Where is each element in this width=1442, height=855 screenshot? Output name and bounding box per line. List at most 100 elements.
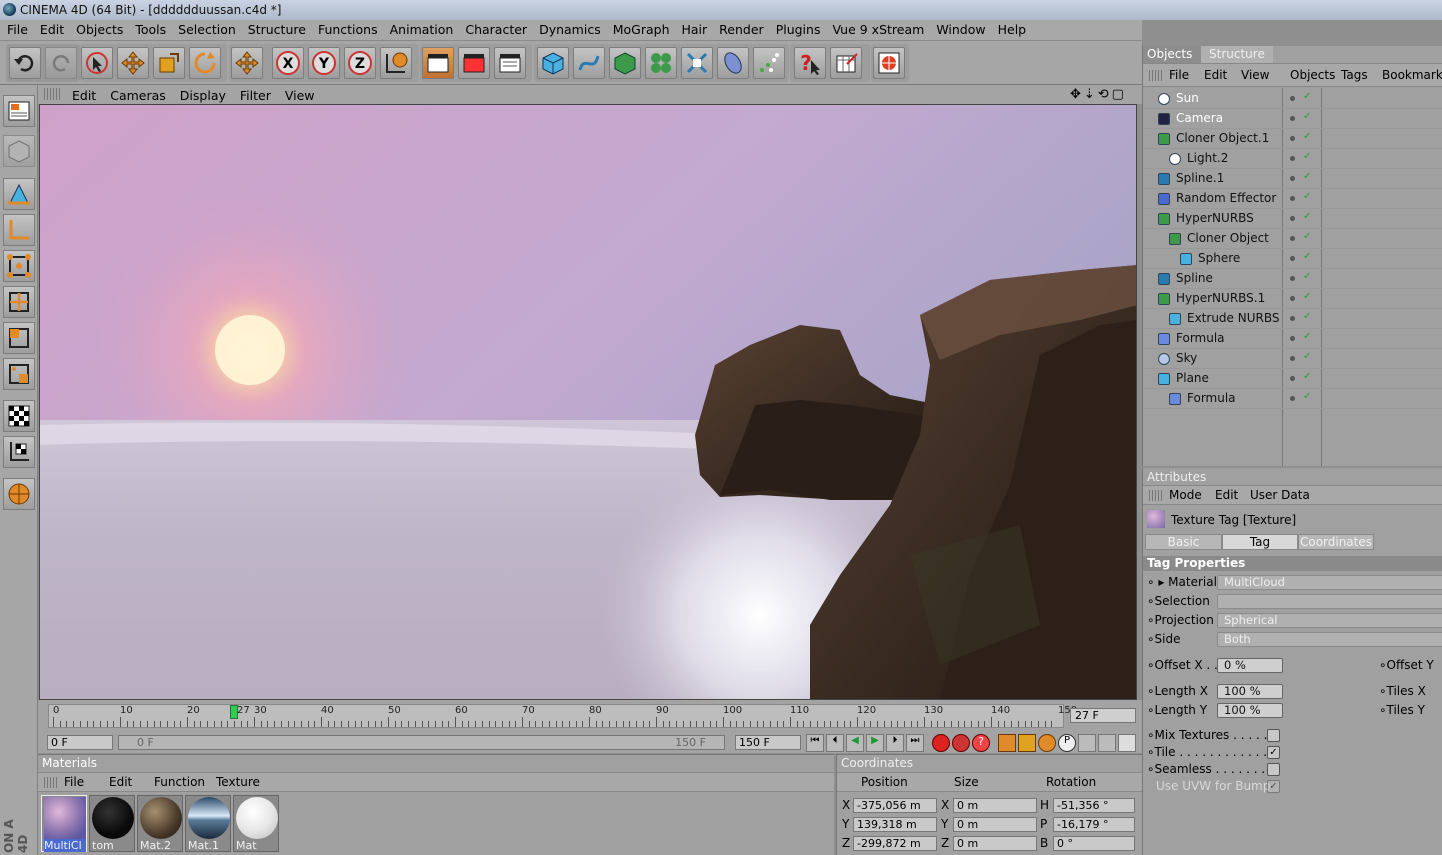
objects-menu-tags[interactable]: Tags xyxy=(1341,68,1368,82)
objects-menu-bookmarks[interactable]: Bookmarks xyxy=(1382,68,1442,82)
world-coordinates-button[interactable] xyxy=(380,47,412,79)
object-row[interactable]: Cloner Object ✓ xyxy=(1144,229,1442,249)
material-field[interactable]: MultiCloud xyxy=(1217,575,1442,590)
go-to-end-button[interactable]: ⏭ xyxy=(906,734,924,752)
nurbs-button[interactable] xyxy=(609,47,641,79)
offset-x-field[interactable]: 0 % xyxy=(1217,658,1283,673)
menu-window[interactable]: Window xyxy=(929,20,990,37)
mix-textures-checkbox[interactable] xyxy=(1267,729,1280,742)
enabled-check-icon[interactable]: ✓ xyxy=(1303,231,1311,242)
object-row[interactable]: Camera ✓ xyxy=(1144,109,1442,129)
next-key-button[interactable]: ⏵ xyxy=(886,734,904,752)
materials-menu-file[interactable]: File xyxy=(64,775,84,789)
materials-menu-edit[interactable]: Edit xyxy=(109,775,132,789)
sculpt-mode-button[interactable] xyxy=(3,478,35,510)
points-mode-button[interactable] xyxy=(3,250,35,282)
editor-visibility-dot[interactable] xyxy=(1290,276,1295,281)
position-field[interactable]: 139,318 m xyxy=(853,817,937,832)
key-parameter-button[interactable]: P xyxy=(1058,734,1076,752)
objects-menu-view[interactable]: View xyxy=(1241,68,1269,82)
end-frame-field[interactable]: 150 F xyxy=(735,735,801,750)
enabled-check-icon[interactable]: ✓ xyxy=(1303,291,1311,302)
selection-field[interactable] xyxy=(1217,594,1442,609)
menu-plugins[interactable]: Plugins xyxy=(769,20,826,37)
menu-hair[interactable]: Hair xyxy=(675,20,713,37)
make-editable-button[interactable] xyxy=(3,135,35,167)
content-browser-button[interactable] xyxy=(873,47,905,79)
current-frame-field[interactable]: 27 F xyxy=(1070,708,1136,723)
script-manager-button[interactable] xyxy=(830,47,862,79)
position-field[interactable]: -375,056 m xyxy=(853,798,937,813)
enabled-check-icon[interactable]: ✓ xyxy=(1303,111,1311,122)
3d-viewport[interactable] xyxy=(39,104,1137,700)
spline-pen-button[interactable] xyxy=(573,47,605,79)
live-selection-button[interactable] xyxy=(81,47,113,79)
length-y-field[interactable]: 100 % xyxy=(1217,703,1283,718)
viewport-navigation-icons[interactable]: ✥⇣⟲▢ xyxy=(1070,87,1127,102)
object-row[interactable]: Formula ✓ xyxy=(1144,389,1442,409)
size-field[interactable]: 0 m xyxy=(953,817,1037,832)
enabled-check-icon[interactable]: ✓ xyxy=(1303,251,1311,262)
menu-animation[interactable]: Animation xyxy=(383,20,459,37)
enabled-check-icon[interactable]: ✓ xyxy=(1303,151,1311,162)
editor-visibility-dot[interactable] xyxy=(1290,336,1295,341)
material-swatch[interactable]: MultiCl xyxy=(41,795,87,852)
environment-button[interactable] xyxy=(717,47,749,79)
move-axis-button[interactable] xyxy=(231,47,263,79)
objects-menu-file[interactable]: File xyxy=(1169,68,1189,82)
object-row[interactable]: Cloner Object.1 ✓ xyxy=(1144,129,1442,149)
enabled-check-icon[interactable]: ✓ xyxy=(1303,131,1311,142)
edges-mode-button[interactable] xyxy=(3,286,35,318)
enabled-check-icon[interactable]: ✓ xyxy=(1303,91,1311,102)
enabled-check-icon[interactable]: ✓ xyxy=(1303,351,1311,362)
enabled-check-icon[interactable]: ✓ xyxy=(1303,171,1311,182)
timeline-menu-button[interactable] xyxy=(1118,734,1136,752)
key-position-button[interactable] xyxy=(998,734,1016,752)
material-swatch[interactable]: Mat.1 xyxy=(185,795,231,852)
enabled-check-icon[interactable]: ✓ xyxy=(1303,331,1311,342)
rotation-field[interactable]: -51,356 ° xyxy=(1053,798,1135,813)
enabled-check-icon[interactable]: ✓ xyxy=(1303,191,1311,202)
object-row[interactable]: Sky ✓ xyxy=(1144,349,1442,369)
record-button[interactable] xyxy=(932,734,950,752)
editor-visibility-dot[interactable] xyxy=(1290,356,1295,361)
menu-functions[interactable]: Functions xyxy=(311,20,383,37)
use-uvw-checkbox[interactable]: ✓ xyxy=(1267,780,1280,793)
tab-basic[interactable]: Basic xyxy=(1145,534,1222,550)
editor-visibility-dot[interactable] xyxy=(1290,396,1295,401)
menu-vue-9-xstream[interactable]: Vue 9 xStream xyxy=(825,20,929,37)
rotate-tool-button[interactable] xyxy=(189,47,221,79)
menu-render[interactable]: Render xyxy=(712,20,769,37)
editor-visibility-dot[interactable] xyxy=(1290,136,1295,141)
object-row[interactable]: Light.2 ✓ xyxy=(1144,149,1442,169)
object-row[interactable]: HyperNURBS ✓ xyxy=(1144,209,1442,229)
uv-edit-button[interactable] xyxy=(3,436,35,468)
object-row[interactable]: Sun ✓ xyxy=(1144,89,1442,109)
size-field[interactable]: 0 m xyxy=(953,798,1037,813)
editor-visibility-dot[interactable] xyxy=(1290,156,1295,161)
render-settings-button[interactable] xyxy=(494,47,526,79)
particles-button[interactable] xyxy=(753,47,785,79)
timeline-playhead[interactable] xyxy=(230,705,238,719)
menu-structure[interactable]: Structure xyxy=(241,20,311,37)
length-x-field[interactable]: 100 % xyxy=(1217,684,1283,699)
objects-menu-objects[interactable]: Objects xyxy=(1290,68,1335,82)
editor-visibility-dot[interactable] xyxy=(1290,376,1295,381)
object-row[interactable]: Sphere ✓ xyxy=(1144,249,1442,269)
object-row[interactable]: Random Effector ✓ xyxy=(1144,189,1442,209)
object-row[interactable]: Spline ✓ xyxy=(1144,269,1442,289)
material-swatch[interactable]: Mat xyxy=(233,795,279,852)
tile-checkbox[interactable]: ✓ xyxy=(1267,746,1280,759)
seamless-checkbox[interactable] xyxy=(1267,763,1280,776)
cloner-button[interactable] xyxy=(645,47,677,79)
enabled-check-icon[interactable]: ✓ xyxy=(1303,211,1311,222)
tab-tag[interactable]: Tag xyxy=(1222,534,1298,550)
material-swatch[interactable]: tom xyxy=(89,795,135,852)
projection-dropdown[interactable]: Spherical xyxy=(1217,613,1442,628)
editor-visibility-dot[interactable] xyxy=(1290,236,1295,241)
size-field[interactable]: 0 m xyxy=(953,836,1037,851)
model-mode-button[interactable] xyxy=(3,178,35,210)
materials-menu-function[interactable]: Function xyxy=(154,775,205,789)
play-forward-button[interactable]: ▶ xyxy=(866,734,884,752)
menu-objects[interactable]: Objects xyxy=(69,20,128,37)
